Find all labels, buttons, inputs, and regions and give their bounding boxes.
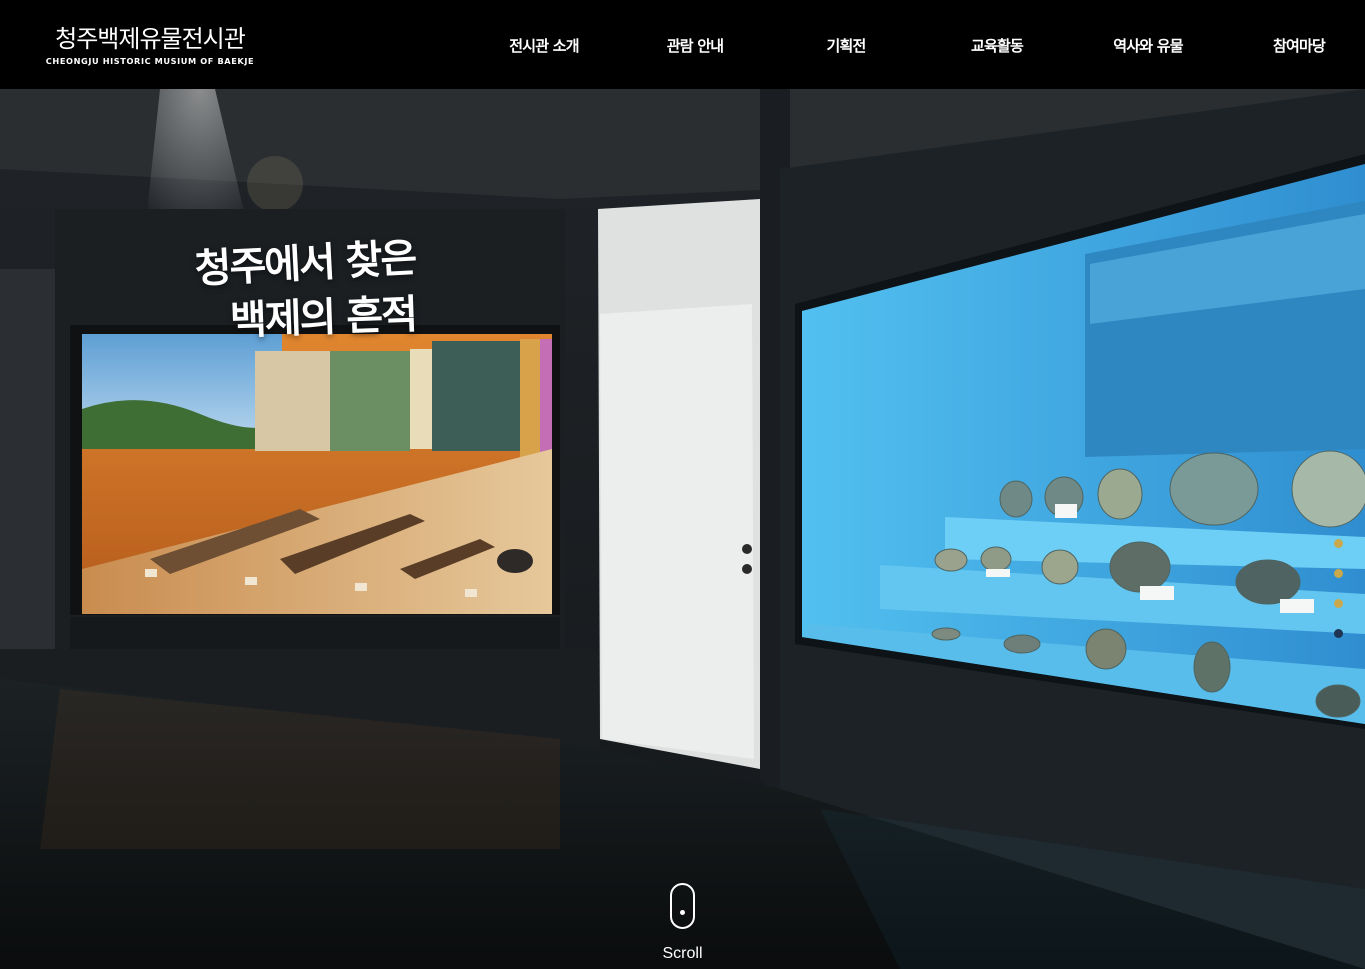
mouse-wheel-dot [680, 910, 685, 915]
hero-title-line2: 백제의 흔적 [229, 290, 417, 345]
scroll-indicator[interactable]: Scroll [655, 883, 710, 963]
hero-title: 청주에서 찾은 백제의 흔적 [170, 234, 440, 345]
nav-item-education[interactable]: 교육활동 [937, 33, 1057, 59]
hero-background-image [0, 89, 1365, 969]
nav-item-community[interactable]: 참여마당 [1239, 33, 1359, 59]
slide-dot[interactable] [1334, 539, 1343, 548]
nav-item-visit[interactable]: 관람 안내 [635, 33, 755, 59]
nav-item-exhibition[interactable]: 기획전 [786, 33, 906, 59]
main-nav: 전시관 소개 관람 안내 기획전 교육활동 역사와 유물 참여마당 [0, 33, 1365, 59]
slide-dot[interactable] [1334, 599, 1343, 608]
site-header: 청주백제유물전시관 CHEONGJU HISTORIC MUSIUM OF BA… [0, 0, 1365, 89]
scroll-label: Scroll [662, 945, 703, 962]
slide-pagination [1334, 539, 1344, 659]
mouse-icon [670, 883, 695, 929]
slide-dot[interactable] [1334, 569, 1343, 578]
slide-dot[interactable] [1334, 629, 1343, 638]
hero-slider: 청주에서 찾은 백제의 흔적 Scroll [0, 89, 1365, 969]
nav-item-history[interactable]: 역사와 유물 [1088, 33, 1208, 59]
nav-item-about[interactable]: 전시관 소개 [484, 33, 604, 59]
